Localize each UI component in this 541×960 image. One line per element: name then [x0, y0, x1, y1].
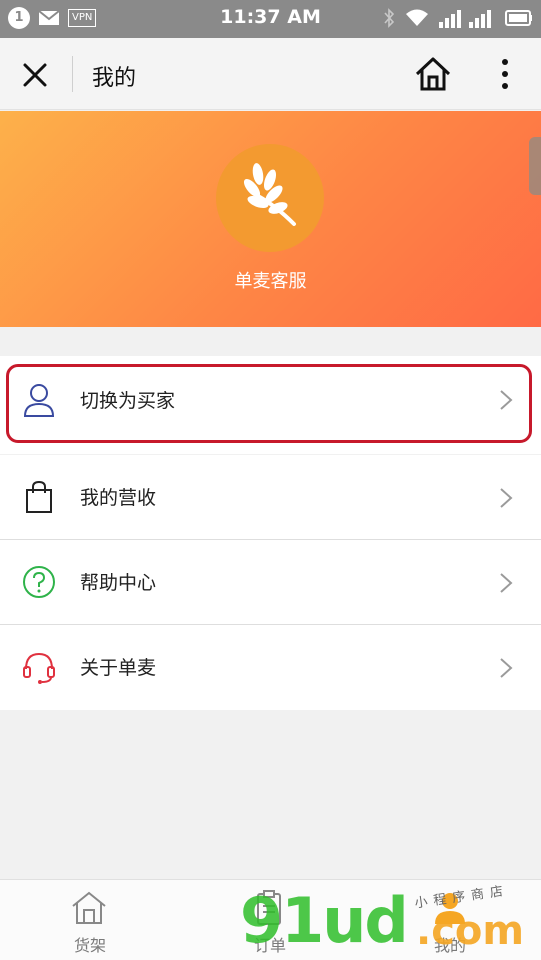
menu-item-label: 帮助中心	[80, 572, 157, 594]
watermark: 91ud .com 小程序商店	[240, 883, 540, 960]
status-bar: 1 VPN 11:37 AM	[0, 0, 541, 38]
signal-icon	[439, 10, 491, 28]
chevron-right-icon	[500, 658, 513, 678]
shopping-bag-icon	[26, 480, 52, 513]
profile-name: 单麦客服	[234, 271, 307, 292]
watermark-digits: 91ud	[240, 884, 409, 957]
close-icon[interactable]	[20, 60, 50, 90]
wifi-icon	[406, 9, 428, 26]
watermark-tagline: 小程序商店	[413, 883, 510, 912]
chevron-right-icon	[500, 573, 513, 593]
profile-header: 单麦客服	[0, 111, 541, 327]
watermark-domain: .com	[416, 908, 525, 954]
page-title: 我的	[92, 66, 137, 91]
menu-item-about[interactable]: 关于单麦	[0, 625, 541, 710]
tab-shelf[interactable]: 货架	[0, 880, 180, 960]
home-icon[interactable]	[414, 56, 452, 92]
battery-icon	[505, 10, 532, 26]
bluetooth-icon	[384, 8, 395, 28]
nav-divider	[72, 56, 73, 92]
menu-item-help-center[interactable]: 帮助中心	[0, 540, 541, 625]
scroll-handle[interactable]	[529, 137, 541, 195]
menu-item-label: 关于单麦	[80, 657, 157, 679]
store-icon	[72, 891, 106, 924]
menu-item-revenue[interactable]: 我的营收	[0, 455, 541, 540]
more-icon[interactable]	[494, 56, 516, 92]
status-right	[383, 7, 533, 29]
nav-bar: 我的	[0, 38, 541, 110]
chevron-right-icon	[500, 488, 513, 508]
headset-icon	[23, 652, 55, 684]
menu-group-main: 我的营收 帮助中心 关于单麦	[0, 455, 541, 710]
avatar[interactable]	[216, 144, 324, 252]
highlight-annotation	[6, 364, 532, 443]
help-icon	[23, 566, 55, 598]
menu-item-label: 我的营收	[80, 487, 157, 509]
wheat-icon	[243, 163, 296, 226]
tab-label: 货架	[73, 936, 106, 955]
